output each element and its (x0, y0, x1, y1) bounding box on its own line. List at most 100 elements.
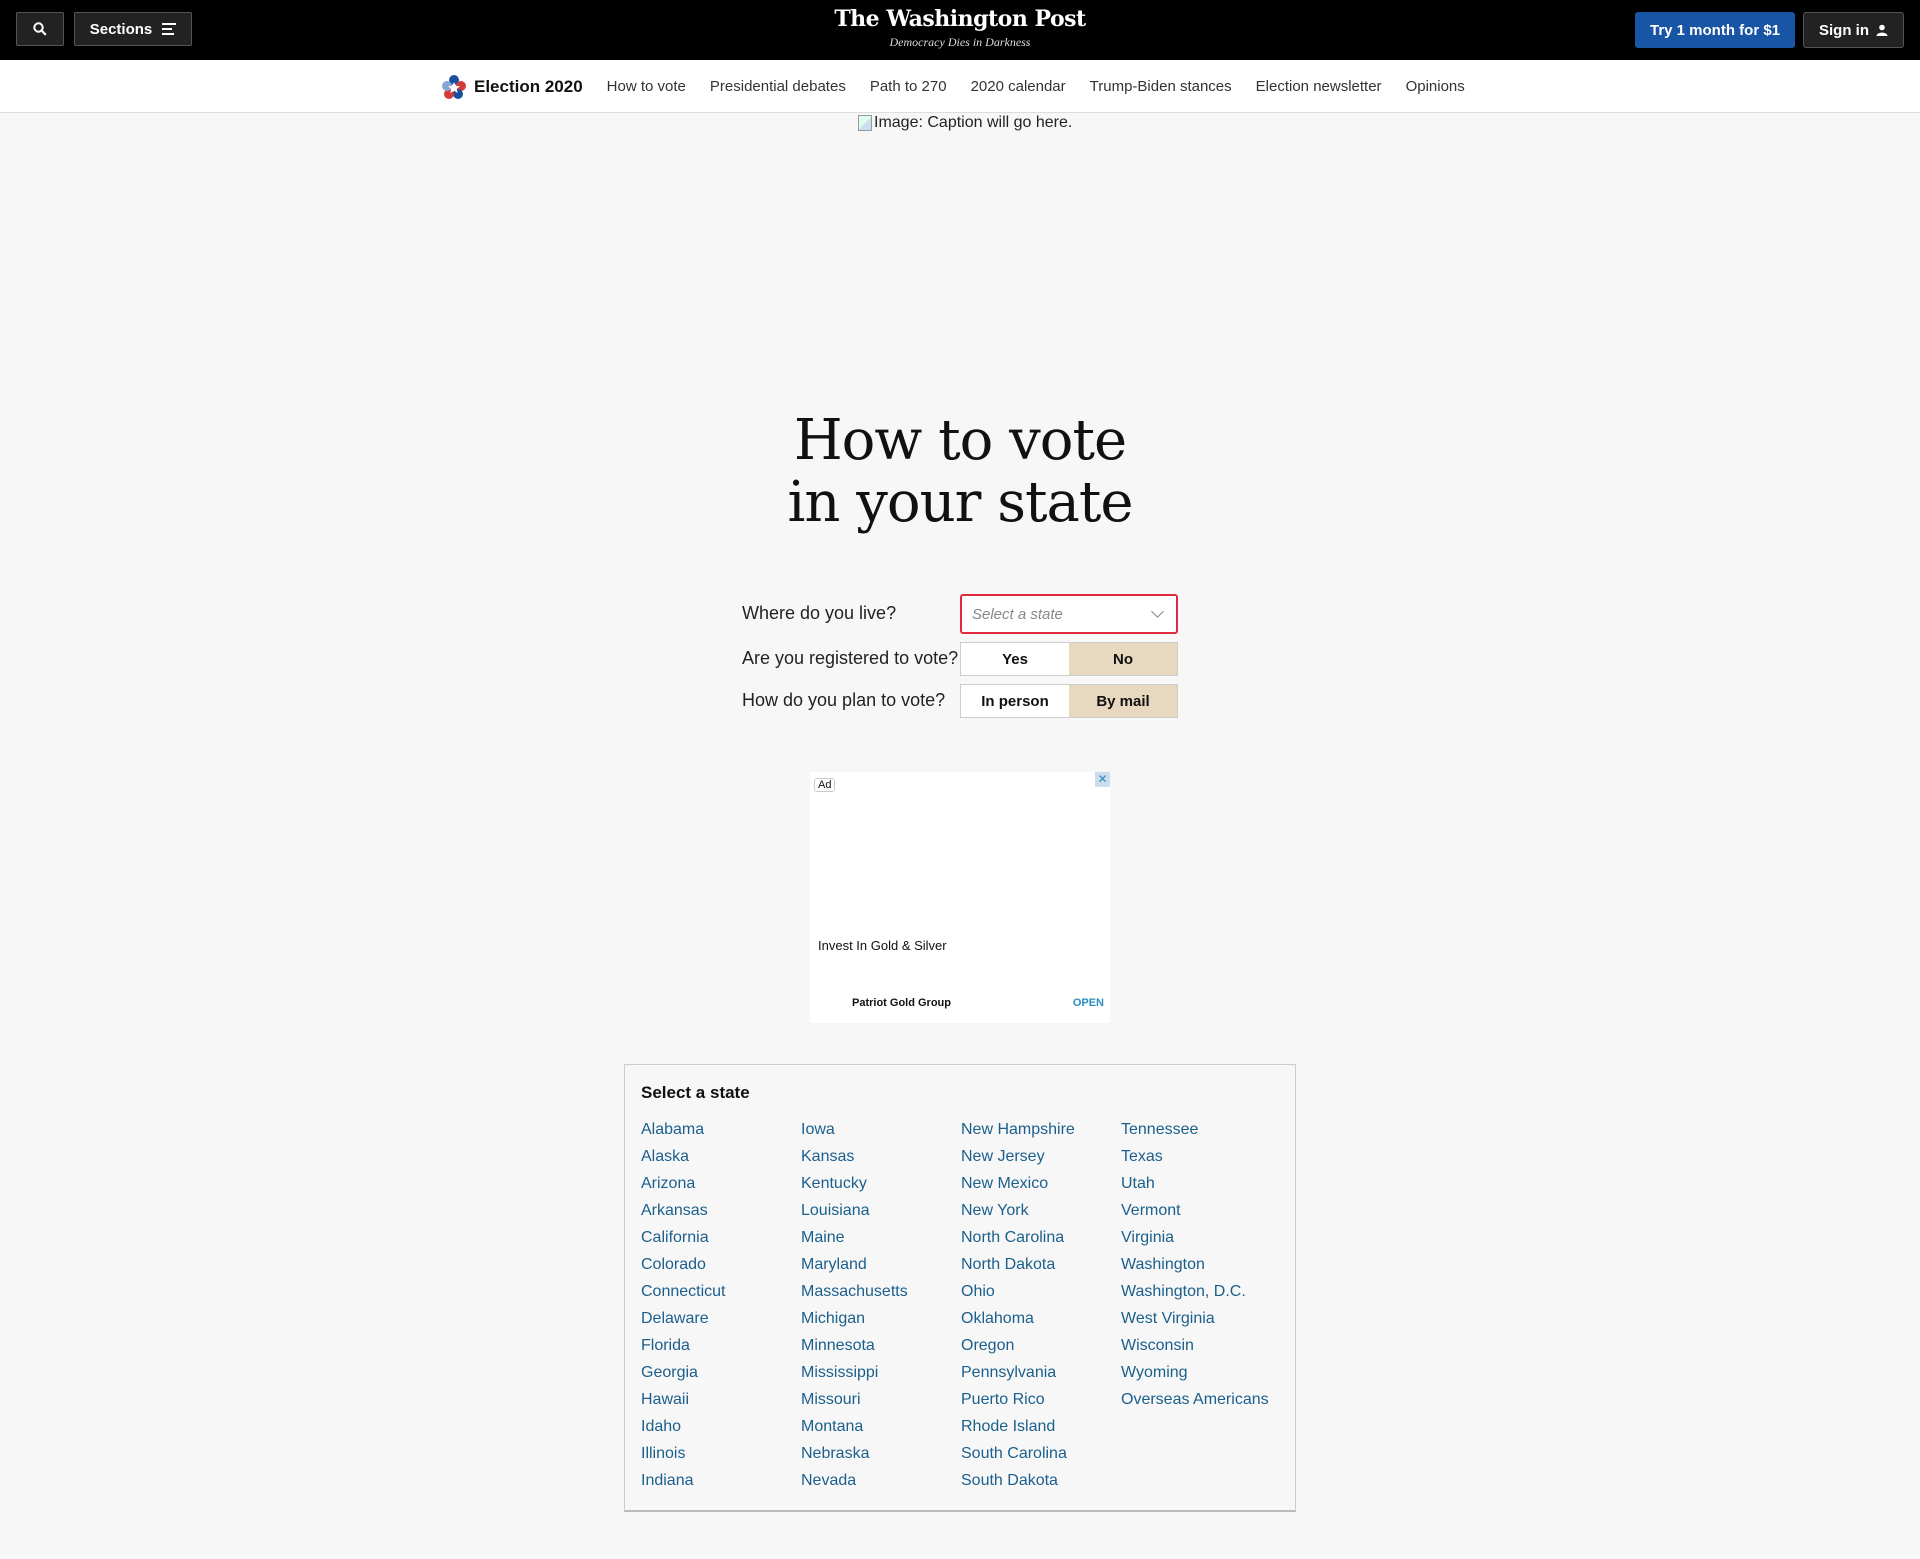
state-link[interactable]: West Virginia (1121, 1308, 1281, 1335)
hero-image: Image: Caption will go here. (858, 114, 1072, 132)
sign-in-button[interactable]: Sign in (1803, 12, 1904, 48)
state-link[interactable]: Florida (641, 1335, 801, 1362)
election-star-icon (442, 74, 466, 99)
sign-in-label: Sign in (1819, 21, 1869, 39)
state-link[interactable]: California (641, 1227, 801, 1254)
nav-2020-calendar[interactable]: 2020 calendar (971, 78, 1066, 95)
site-logo[interactable]: The Washington Post Democracy Dies in Da… (0, 6, 1920, 50)
state-column: Alabama Alaska Arizona Arkansas California Co… (641, 1119, 801, 1497)
state-link[interactable]: Puerto Rico (961, 1389, 1121, 1416)
state-link[interactable]: Arkansas (641, 1200, 801, 1227)
state-link[interactable]: Nevada (801, 1470, 961, 1497)
subscribe-button[interactable]: Try 1 month for $1 (1635, 12, 1795, 48)
state-link[interactable]: Massachusetts (801, 1281, 961, 1308)
ad-badge: Ad (814, 778, 836, 792)
broken-image-icon (858, 115, 872, 131)
state-link[interactable]: Mississippi (801, 1362, 961, 1389)
state-link[interactable]: Vermont (1121, 1200, 1281, 1227)
nav-how-to-vote[interactable]: How to vote (607, 78, 686, 95)
state-link[interactable]: Idaho (641, 1416, 801, 1443)
plan-label: How do you plan to vote? (742, 690, 946, 710)
state-link[interactable]: Oklahoma (961, 1308, 1121, 1335)
state-link[interactable]: Georgia (641, 1362, 801, 1389)
state-link[interactable]: Nebraska (801, 1443, 961, 1470)
close-icon[interactable]: ✕ (1095, 772, 1110, 787)
state-link[interactable]: New York (961, 1200, 1121, 1227)
state-link[interactable]: Washington, D.C. (1121, 1281, 1281, 1308)
ad-open-button[interactable]: OPEN (1073, 997, 1104, 1009)
election-brand[interactable]: Election 2020 (442, 74, 583, 99)
ad-headline: Invest In Gold & Silver (818, 938, 947, 953)
state-link[interactable]: Kansas (801, 1146, 961, 1173)
logo-tagline: Democracy Dies in Darkness (889, 35, 1031, 49)
election-nav: Election 2020 How to vote Presidential d… (0, 60, 1920, 113)
state-column: New Hampshire New Jersey New Mexico New Yor… (961, 1119, 1121, 1497)
logo-name: The Washington Post (834, 6, 1086, 32)
chevron-down-icon (1151, 605, 1164, 618)
state-link[interactable]: Montana (801, 1416, 961, 1443)
state-link[interactable]: Maine (801, 1227, 961, 1254)
registered-no-button[interactable]: No (1069, 643, 1177, 675)
state-link[interactable]: North Dakota (961, 1254, 1121, 1281)
state-link[interactable]: Michigan (801, 1308, 961, 1335)
state-link[interactable]: Arizona (641, 1173, 801, 1200)
advertisement[interactable]: Ad ✕ Invest In Gold & Silver Patriot Gol… (810, 772, 1110, 1023)
state-link[interactable]: Maryland (801, 1254, 961, 1281)
state-link[interactable]: Ohio (961, 1281, 1121, 1308)
state-link[interactable]: Tennessee (1121, 1119, 1281, 1146)
state-link[interactable]: North Carolina (961, 1227, 1121, 1254)
state-link[interactable]: Wyoming (1121, 1362, 1281, 1389)
state-link[interactable]: Wisconsin (1121, 1335, 1281, 1362)
nav-path-to-270[interactable]: Path to 270 (870, 78, 947, 95)
title-line-2: in your state (787, 470, 1133, 535)
state-link[interactable]: New Mexico (961, 1173, 1121, 1200)
plan-toggle: In person By mail (960, 684, 1178, 718)
state-link[interactable]: Minnesota (801, 1335, 961, 1362)
nav-presidential-debates[interactable]: Presidential debates (710, 78, 846, 95)
state-link[interactable]: Louisiana (801, 1200, 961, 1227)
state-select-placeholder: Select a state (972, 605, 1063, 623)
registered-yes-button[interactable]: Yes (961, 643, 1069, 675)
state-link[interactable]: Alabama (641, 1119, 801, 1146)
user-icon (1876, 24, 1888, 36)
state-list-columns: Alabama Alaska Arizona Arkansas California Co… (641, 1119, 1281, 1497)
state-link[interactable]: Overseas Americans (1121, 1389, 1281, 1416)
state-link[interactable]: Washington (1121, 1254, 1281, 1281)
ad-brand: Patriot Gold Group (852, 997, 951, 1009)
where-live-label: Where do you live? (742, 603, 897, 623)
state-link[interactable]: Utah (1121, 1173, 1281, 1200)
state-link[interactable]: Texas (1121, 1146, 1281, 1173)
nav-election-newsletter[interactable]: Election newsletter (1256, 78, 1382, 95)
state-select[interactable]: Select a state (960, 594, 1178, 634)
state-link[interactable]: Oregon (961, 1335, 1121, 1362)
state-link[interactable]: New Jersey (961, 1146, 1121, 1173)
state-link[interactable]: Delaware (641, 1308, 801, 1335)
state-column: Tennessee Texas Utah Vermont Virginia Washing… (1121, 1119, 1281, 1497)
state-link[interactable]: Illinois (641, 1443, 801, 1470)
state-link[interactable]: Rhode Island (961, 1416, 1121, 1443)
state-link[interactable]: South Carolina (961, 1443, 1121, 1470)
registered-label: Are you registered to vote? (742, 648, 959, 668)
state-link[interactable]: Hawaii (641, 1389, 801, 1416)
in-person-button[interactable]: In person (961, 685, 1069, 717)
state-link[interactable]: Virginia (1121, 1227, 1281, 1254)
state-link[interactable]: Missouri (801, 1389, 961, 1416)
state-link[interactable]: Alaska (641, 1146, 801, 1173)
state-link[interactable]: Iowa (801, 1119, 961, 1146)
page-title: How to vote in your state (0, 410, 1920, 534)
image-caption: Image: Caption will go here. (874, 114, 1073, 131)
state-link[interactable]: South Dakota (961, 1470, 1121, 1497)
state-link[interactable]: Colorado (641, 1254, 801, 1281)
state-link[interactable]: Pennsylvania (961, 1362, 1121, 1389)
state-list-panel: Select a state Alabama Alaska Arizona Arkan… (624, 1064, 1296, 1512)
state-link[interactable]: Kentucky (801, 1173, 961, 1200)
state-link[interactable]: Indiana (641, 1470, 801, 1497)
state-column: Iowa Kansas Kentucky Louisiana Maine Maryland… (801, 1119, 961, 1497)
state-link[interactable]: New Hampshire (961, 1119, 1121, 1146)
state-link[interactable]: Connecticut (641, 1281, 801, 1308)
state-list-title: Select a state (641, 1083, 750, 1102)
by-mail-button[interactable]: By mail (1069, 685, 1177, 717)
nav-trump-biden-stances[interactable]: Trump-Biden stances (1090, 78, 1232, 95)
title-line-1: How to vote (793, 408, 1127, 473)
nav-opinions[interactable]: Opinions (1406, 78, 1465, 95)
